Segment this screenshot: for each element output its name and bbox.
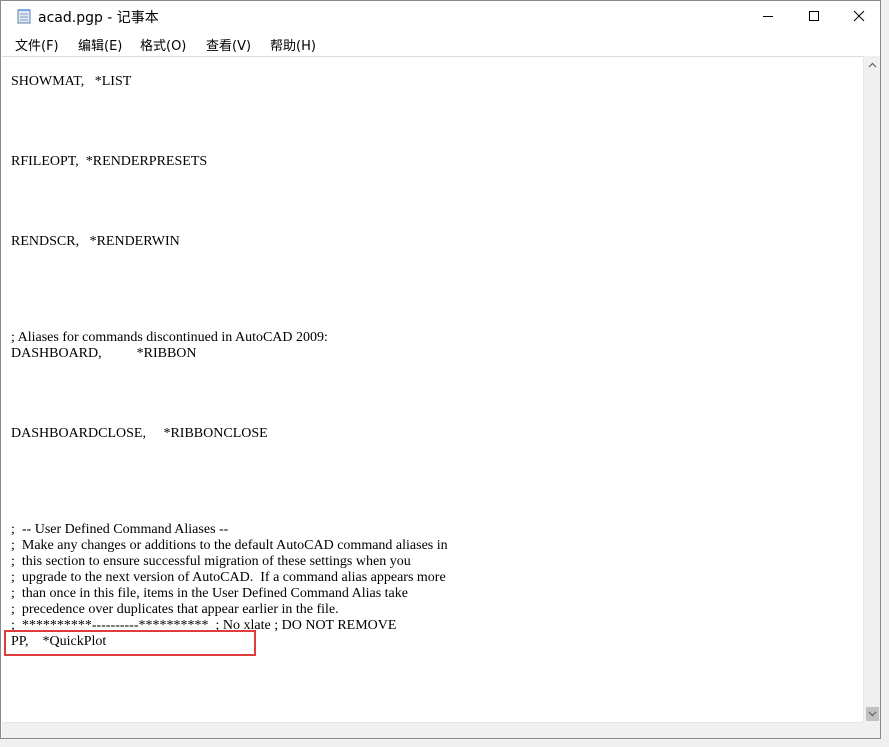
chevron-down-icon	[868, 711, 877, 716]
menu-file[interactable]: 文件(F)	[15, 35, 59, 54]
text-line: RFILEOPT, *RENDERPRESETS	[11, 154, 208, 169]
text-line: DASHBOARD, *RIBBON	[11, 346, 197, 361]
vertical-scrollbar[interactable]	[863, 56, 880, 722]
text-line: RENDSCR, *RENDERWIN	[11, 234, 180, 249]
menu-view[interactable]: 查看(V)	[206, 35, 251, 54]
minimize-icon	[763, 16, 773, 17]
text-line: DASHBOARDCLOSE, *RIBBONCLOSE	[11, 426, 268, 441]
text-line: SHOWMAT, *LIST	[11, 74, 132, 89]
text-line: ; than once in this file, items in the U…	[11, 586, 408, 601]
scroll-down-button[interactable]	[864, 705, 880, 722]
size-grip[interactable]	[863, 722, 880, 738]
text-line: ; upgrade to the next version of AutoCAD…	[11, 570, 446, 585]
maximize-icon	[809, 11, 819, 21]
window-title: acad.pgp - 记事本	[38, 10, 159, 26]
menu-bar: 文件(F) 编辑(E) 格式(O) 查看(V) 帮助(H)	[1, 31, 880, 55]
close-button[interactable]	[836, 1, 880, 31]
menu-format[interactable]: 格式(O)	[140, 35, 186, 54]
menu-help[interactable]: 帮助(H)	[270, 35, 316, 54]
editor-text[interactable]: SHOWMAT, *LIST RFILEOPT, *RENDERPRESETS …	[11, 74, 448, 650]
text-line: ; Aliases for commands discontinued in A…	[11, 330, 328, 345]
highlight-box	[4, 630, 256, 656]
text-line: ; this section to ensure successful migr…	[11, 554, 411, 569]
text-line: ; -- User Defined Command Aliases --	[11, 522, 229, 537]
close-icon	[853, 10, 865, 22]
text-editor[interactable]: SHOWMAT, *LIST RFILEOPT, *RENDERPRESETS …	[2, 56, 863, 723]
maximize-button[interactable]	[791, 1, 837, 31]
chevron-up-icon	[868, 62, 877, 67]
notepad-icon	[17, 9, 31, 24]
scroll-up-button[interactable]	[864, 56, 880, 73]
text-line: ; Make any changes or additions to the d…	[11, 538, 448, 553]
notepad-window: acad.pgp - 记事本 文件(F) 编辑(E) 格式(O) 查看(V) 帮…	[0, 0, 881, 739]
text-line: ; precedence over duplicates that appear…	[11, 602, 339, 617]
minimize-button[interactable]	[745, 1, 791, 31]
title-bar[interactable]: acad.pgp - 记事本	[1, 1, 880, 31]
menu-edit[interactable]: 编辑(E)	[78, 35, 122, 54]
horizontal-scrollbar[interactable]	[2, 722, 863, 738]
